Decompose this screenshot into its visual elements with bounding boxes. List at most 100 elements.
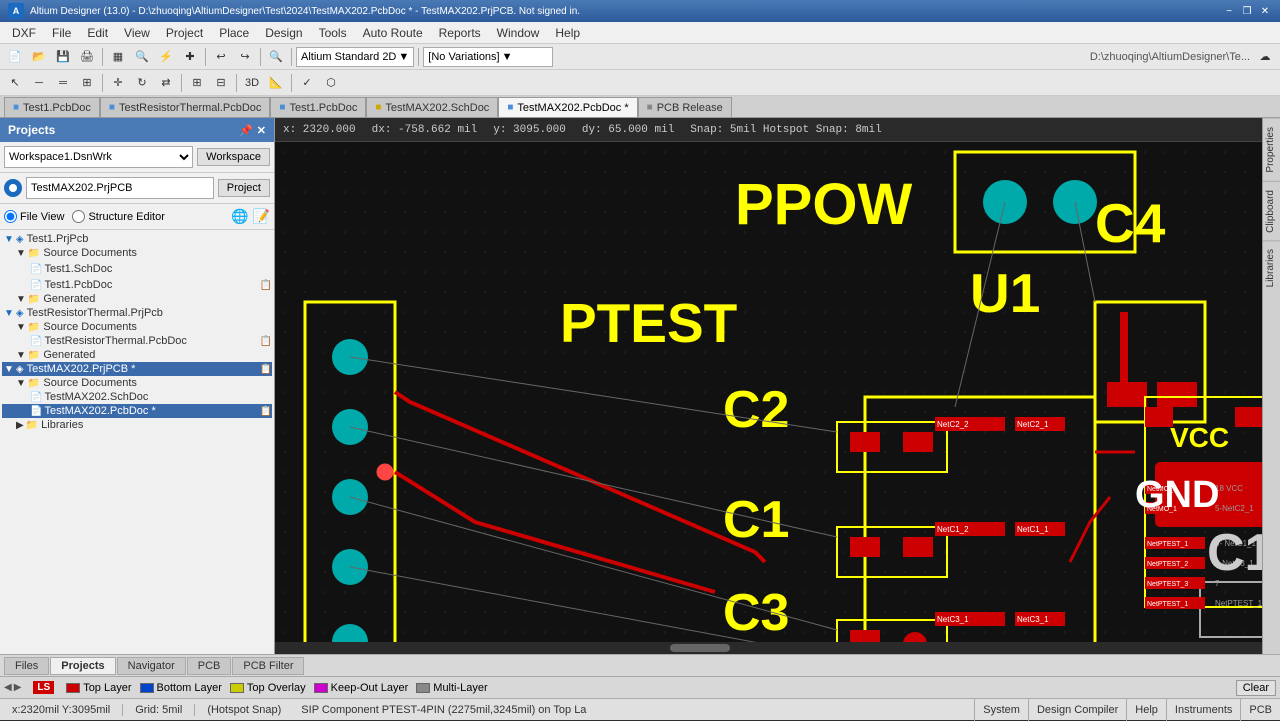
tree-test1-prjpcb[interactable]: ▼ ◈ Test1.PrjPcb — [2, 232, 272, 246]
file-view-radio[interactable] — [4, 210, 17, 223]
structure-view-radio[interactable] — [72, 210, 85, 223]
tree-resistor-pcbdoc[interactable]: 📄 TestResistorThermal.PcbDoc 📋 — [2, 334, 272, 348]
workspace-select[interactable]: Workspace1.DsnWrk — [4, 146, 193, 168]
project-input[interactable] — [26, 177, 214, 199]
tree-test1-source-docs[interactable]: ▼ 📁 Source Documents — [2, 246, 272, 260]
file-view-label[interactable]: File View — [4, 210, 64, 223]
tb-print[interactable]: 🖨 — [76, 46, 98, 68]
menu-autoroute[interactable]: Auto Route — [355, 24, 431, 42]
sidebar-libraries[interactable]: Libraries — [1263, 240, 1280, 295]
layer-scroll-right-btn[interactable]: ▶ — [14, 682, 22, 693]
tree-testmax-pcbdoc[interactable]: 📄 TestMAX202.PcbDoc * 📋 — [2, 404, 272, 418]
tb-layers[interactable]: ▦ — [107, 46, 129, 68]
layer-top-overlay[interactable]: Top Overlay — [230, 682, 306, 694]
project-radio[interactable] — [4, 179, 22, 197]
variation-dropdown[interactable]: [No Variations] ▼ — [423, 47, 553, 67]
tree-resistor-prjpcb[interactable]: ▼ ◈ TestResistorThermal.PrjPcb — [2, 306, 272, 320]
close-button[interactable]: ✕ — [1258, 4, 1272, 18]
tree-resistor-source-docs[interactable]: ▼ 📁 Source Documents — [2, 320, 272, 334]
tree-test1-schdoc[interactable]: 📄 Test1.SchDoc — [2, 260, 272, 278]
tree-test1-pcbdoc[interactable]: 📄 Test1.PcbDoc 📋 — [2, 278, 272, 292]
tb-filter[interactable]: ⚡ — [155, 46, 177, 68]
menu-help[interactable]: Help — [547, 24, 588, 42]
tab-testmax-pcb[interactable]: ■ TestMAX202.PcbDoc * — [498, 97, 637, 117]
tb-zoom-in[interactable]: 🔍 — [265, 46, 287, 68]
sidebar-clipboard[interactable]: Clipboard — [1263, 181, 1280, 241]
menu-design[interactable]: Design — [257, 24, 310, 42]
tree-testmax-libraries[interactable]: ▶ 📁 Libraries — [2, 418, 272, 432]
tab-pcb-release[interactable]: ■ PCB Release — [638, 97, 732, 117]
tb2-rotate[interactable]: ↻ — [131, 72, 153, 94]
menu-reports[interactable]: Reports — [431, 24, 489, 42]
pcb-canvas[interactable]: NetC4-1 NetC2_2 NetC2_1 NetC1_2 NetC1_1 … — [275, 142, 1262, 654]
tb-cross[interactable]: ✚ — [179, 46, 201, 68]
view-icon-2[interactable]: 📝 — [253, 208, 270, 225]
panel-pin-button[interactable]: 📌 — [239, 124, 253, 137]
layer-scroll-left-btn[interactable]: ◀ — [4, 682, 12, 693]
tb2-drc[interactable]: ✓ — [296, 72, 318, 94]
tb2-flip[interactable]: ⇄ — [155, 72, 177, 94]
minimize-button[interactable]: − — [1222, 4, 1236, 18]
status-design-compiler[interactable]: Design Compiler — [1028, 699, 1126, 721]
layer-bottom[interactable]: Bottom Layer — [140, 682, 222, 694]
pcb-area[interactable]: x: 2320.000 dx: -758.662 mil y: 3095.000… — [275, 118, 1262, 654]
tb2-wire[interactable]: ─ — [28, 72, 50, 94]
tb2-bus[interactable]: ═ — [52, 72, 74, 94]
tb2-move[interactable]: ✛ — [107, 72, 129, 94]
tree-testmax-prjpcb[interactable]: ▼ ◈ TestMAX202.PrjPCB * 📋 — [2, 362, 272, 376]
tab-test1-pcb[interactable]: ■ Test1.PcbDoc — [4, 97, 100, 117]
menu-window[interactable]: Window — [489, 24, 548, 42]
h-scrollbar[interactable] — [275, 642, 1262, 654]
tb-undo[interactable]: ↩ — [210, 46, 232, 68]
tab-testmax-sch[interactable]: ■ TestMAX202.SchDoc — [366, 97, 498, 117]
tb2-align[interactable]: ⊞ — [186, 72, 208, 94]
tree-test1-generated[interactable]: ▼ 📁 Generated — [2, 292, 272, 306]
tb2-select[interactable]: ↖ — [4, 72, 26, 94]
tb-browse[interactable]: 🔍 — [131, 46, 153, 68]
menu-place[interactable]: Place — [211, 24, 257, 42]
tab-resistor-thermal[interactable]: ■ TestResistorThermal.PcbDoc — [100, 97, 270, 117]
tb2-rule[interactable]: 📐 — [265, 72, 287, 94]
menu-view[interactable]: View — [116, 24, 158, 42]
tab-navigator[interactable]: Navigator — [117, 657, 186, 675]
layer-top[interactable]: Top Layer — [66, 682, 131, 694]
tb2-comp[interactable]: ⊞ — [76, 72, 98, 94]
view-dropdown[interactable]: Altium Standard 2D ▼ — [296, 47, 414, 67]
tb-new[interactable]: 📄 — [4, 46, 26, 68]
tree-testmax-schdoc[interactable]: 📄 TestMAX202.SchDoc — [2, 390, 272, 404]
layer-clear-button[interactable]: Clear — [1236, 680, 1276, 696]
tab-test1-pcb-2[interactable]: ■ Test1.PcbDoc — [270, 97, 366, 117]
title-bar-controls[interactable]: − ❐ ✕ — [1222, 4, 1272, 18]
status-system[interactable]: System — [974, 699, 1028, 721]
project-button[interactable]: Project — [218, 179, 270, 197]
menu-tools[interactable]: Tools — [311, 24, 355, 42]
structure-view-label[interactable]: Structure Editor — [72, 210, 164, 223]
menu-dxf[interactable]: DXF — [4, 24, 44, 42]
status-instruments[interactable]: Instruments — [1166, 699, 1240, 721]
tb2-spread[interactable]: ⊟ — [210, 72, 232, 94]
tb-redo[interactable]: ↪ — [234, 46, 256, 68]
status-help[interactable]: Help — [1126, 699, 1166, 721]
layer-keepout[interactable]: Keep-Out Layer — [314, 682, 409, 694]
menu-edit[interactable]: Edit — [79, 24, 116, 42]
menu-project[interactable]: Project — [158, 24, 211, 42]
view-icon-1[interactable]: 🌐 — [231, 208, 248, 225]
tb2-copper[interactable]: ⬡ — [320, 72, 342, 94]
h-scroll-thumb[interactable] — [670, 644, 730, 652]
tb2-3d[interactable]: 3D — [241, 72, 263, 94]
tree-testmax-source-docs[interactable]: ▼ 📁 Source Documents — [2, 376, 272, 390]
tb-cloud[interactable]: ☁ — [1254, 46, 1276, 68]
tab-files[interactable]: Files — [4, 657, 49, 675]
menu-file[interactable]: File — [44, 24, 79, 42]
workspace-button[interactable]: Workspace — [197, 148, 270, 166]
tab-pcb[interactable]: PCB — [187, 657, 232, 675]
status-pcb[interactable]: PCB — [1240, 699, 1280, 721]
tb-open[interactable]: 📂 — [28, 46, 50, 68]
tree-resistor-generated[interactable]: ▼ 📁 Generated — [2, 348, 272, 362]
tb-save[interactable]: 💾 — [52, 46, 74, 68]
panel-close-button[interactable]: ✕ — [257, 124, 266, 137]
layer-multi[interactable]: Multi-Layer — [416, 682, 487, 694]
restore-button[interactable]: ❐ — [1240, 4, 1254, 18]
tab-projects[interactable]: Projects — [50, 657, 115, 675]
sidebar-properties[interactable]: Properties — [1263, 118, 1280, 181]
